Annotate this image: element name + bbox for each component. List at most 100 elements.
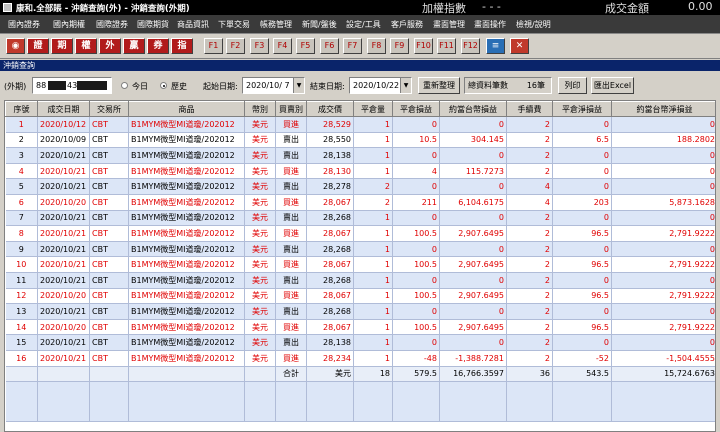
cell-twnet: 0 [611, 210, 715, 227]
fkey-f8[interactable]: F8 [367, 38, 386, 54]
table-row[interactable]: 1 2020/10/12 CBT B1MYM微型MI道瓊/202012 美元 買進 28,5… [5, 116, 715, 133]
export-excel-button[interactable]: 匯出Excel [591, 77, 634, 94]
total-cell [128, 366, 245, 383]
col-header[interactable]: 平倉淨損益 [552, 101, 612, 117]
table-row[interactable]: 4 2020/10/21 CBT B1MYM微型MI道瓊/202012 美元 買進 28,1… [5, 163, 715, 180]
menu-item-news[interactable]: 新聞/盤後 [302, 19, 337, 30]
cell-price: 28,067 [306, 256, 354, 273]
fkey-f11[interactable]: F11 [437, 38, 456, 54]
toolbar-btn-win[interactable]: 贏 [123, 38, 145, 54]
menu-item-settings[interactable]: 設定/工具 [346, 19, 381, 30]
table-row[interactable]: 12 2020/10/20 CBT B1MYM微型MI道瓊/202012 美元 買進 28,… [5, 288, 715, 305]
toolbar-btn-index[interactable]: 指 [171, 38, 193, 54]
table-row[interactable]: 14 2020/10/20 CBT B1MYM微型MI道瓊/202012 美元 買進 28,… [5, 319, 715, 336]
menu-item-quote-info[interactable]: 商品資訊 [177, 19, 209, 30]
fkey-f7[interactable]: F7 [343, 38, 362, 54]
cell-ex: CBT [89, 256, 129, 273]
table-row[interactable]: 15 2020/10/21 CBT B1MYM微型MI道瓊/202012 美元 賣出 28,… [5, 334, 715, 351]
empty-row [5, 381, 715, 423]
cell-price: 28,130 [306, 163, 354, 180]
menu-item-intl-stock[interactable]: 國際證券 [96, 19, 128, 30]
table-row[interactable]: 16 2020/10/21 CBT B1MYM微型MI道瓊/202012 美元 買進 28,… [5, 350, 715, 367]
table-row[interactable]: 8 2020/10/21 CBT B1MYM微型MI道瓊/202012 美元 買進 28,0… [5, 225, 715, 242]
fkey-f1[interactable]: F1 [204, 38, 223, 54]
menu-item-screen-manage[interactable]: 畫面管理 [433, 19, 465, 30]
list-icon[interactable]: ≡ [486, 38, 505, 54]
col-header[interactable]: 成交價 [306, 101, 354, 117]
total-cell: 18 [353, 366, 393, 383]
toolbar-btn-options[interactable]: 權 [75, 38, 97, 54]
col-header[interactable]: 幣別 [244, 101, 276, 117]
cell-date: 2020/10/21 [37, 178, 90, 195]
toolbar-btn-stock[interactable]: 證 [27, 38, 49, 54]
cell-pl: 0 [392, 241, 440, 258]
menu-item-service[interactable]: 客戶服務 [391, 19, 423, 30]
col-header[interactable]: 序號 [5, 101, 38, 117]
table-row[interactable]: 6 2020/10/20 CBT B1MYM微型MI道瓊/202012 美元 買進 28,0… [5, 194, 715, 211]
chevron-down-icon[interactable]: ▼ [400, 78, 411, 93]
table-row[interactable]: 3 2020/10/21 CBT B1MYM微型MI道瓊/202012 美元 賣出 28,1… [5, 147, 715, 164]
table-row[interactable]: 7 2020/10/21 CBT B1MYM微型MI道瓊/202012 美元 賣出 28,2… [5, 210, 715, 227]
cell-twnet: 0 [611, 241, 715, 258]
cell-ex: CBT [89, 163, 129, 180]
fkey-f12[interactable]: F12 [461, 38, 480, 54]
cell-fee: 2 [506, 334, 553, 351]
toolbar-btn-coupon[interactable]: 券 [147, 38, 169, 54]
cell-fee: 2 [506, 350, 553, 367]
toolbar-btn-futures[interactable]: 期 [51, 38, 73, 54]
cell-ex: CBT [89, 350, 129, 367]
fkey-f3[interactable]: F3 [250, 38, 269, 54]
cell-qty: 1 [353, 288, 393, 305]
table-row[interactable]: 5 2020/10/21 CBT B1MYM微型MI道瓊/202012 美元 賣出 28,2… [5, 178, 715, 195]
col-header[interactable]: 平倉損益 [392, 101, 440, 117]
col-header[interactable]: 約當台幣損益 [439, 101, 507, 117]
fkey-f9[interactable]: F9 [390, 38, 409, 54]
empty-cell [244, 381, 276, 423]
chevron-down-icon[interactable]: ▼ [293, 78, 304, 93]
menu-item-domestic-futures[interactable]: 國內期權 [53, 19, 85, 30]
menu-item-domestic-stock[interactable]: 國內證券 [8, 19, 40, 30]
cell-net: 96.5 [552, 225, 612, 242]
table-row[interactable]: 13 2020/10/21 CBT B1MYM微型MI道瓊/202012 美元 賣出 28,… [5, 303, 715, 320]
fkey-f2[interactable]: F2 [226, 38, 245, 54]
home-icon[interactable]: ◉ [6, 38, 25, 54]
toolbar-btn-foreign[interactable]: 外 [99, 38, 121, 54]
cell-net: 0 [552, 272, 612, 289]
radio-today[interactable] [121, 82, 128, 89]
menu-item-screen-op[interactable]: 畫面操作 [474, 19, 506, 30]
end-date-input[interactable]: 2020/10/22 ▼ [349, 77, 412, 94]
col-header[interactable]: 交易所 [89, 101, 129, 117]
window-title: 康和.全部賬 - 沖銷查詢(外) - 沖銷查詢(外期) [16, 4, 190, 14]
cell-qty: 1 [353, 350, 393, 367]
table-row[interactable]: 2 2020/10/09 CBT B1MYM微型MI道瓊/202012 美元 賣出 28,5… [5, 132, 715, 149]
fkey-f4[interactable]: F4 [273, 38, 292, 54]
fkey-f10[interactable]: F10 [414, 38, 433, 54]
cell-prod: B1MYM微型MI道瓊/202012 [128, 210, 245, 227]
radio-history[interactable] [160, 82, 167, 89]
table-row[interactable]: 9 2020/10/21 CBT B1MYM微型MI道瓊/202012 美元 賣出 28,2… [5, 241, 715, 258]
cell-twpl: 2,907.6495 [439, 319, 507, 336]
refresh-button[interactable]: 重新整理 [418, 77, 460, 94]
total-row: 合計 美元 18 579.5 16,766.3597 36 543.5 15,724.6763 [5, 366, 715, 383]
print-button[interactable]: 列印 [558, 77, 587, 94]
cell-twpl: 0 [439, 116, 507, 133]
menu-item-help[interactable]: 檢視/說明 [516, 19, 551, 30]
fkey-f5[interactable]: F5 [296, 38, 315, 54]
menu-item-order[interactable]: 下單交易 [218, 19, 250, 30]
start-date-input[interactable]: 2020/10/ 7 ▼ [242, 77, 305, 94]
fkey-f6[interactable]: F6 [320, 38, 339, 54]
col-header[interactable]: 約當台幣淨損益 [611, 101, 715, 117]
col-header[interactable]: 平倉量 [353, 101, 393, 117]
col-header[interactable]: 手續費 [506, 101, 553, 117]
col-header[interactable]: 買賣別 [275, 101, 307, 117]
menu-item-account[interactable]: 帳務管理 [260, 19, 292, 30]
col-header[interactable]: 成交日期 [37, 101, 90, 117]
cell-cur: 美元 [244, 334, 276, 351]
col-header[interactable]: 商品 [128, 101, 245, 117]
cell-fee: 2 [506, 147, 553, 164]
cell-twnet: 0 [611, 163, 715, 180]
tools-icon[interactable]: ✕ [510, 38, 529, 54]
table-row[interactable]: 10 2020/10/21 CBT B1MYM微型MI道瓊/202012 美元 買進 28,… [5, 256, 715, 273]
table-row[interactable]: 11 2020/10/21 CBT B1MYM微型MI道瓊/202012 美元 賣出 28,… [5, 272, 715, 289]
menu-item-intl-futures[interactable]: 國際期貨 [137, 19, 169, 30]
